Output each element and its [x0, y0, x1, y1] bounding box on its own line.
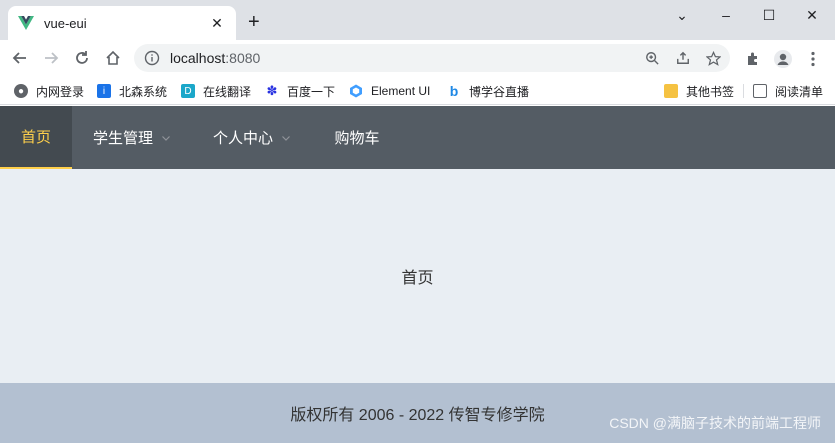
- bookmark-folder[interactable]: 其他书签: [664, 82, 734, 100]
- reading-list-button[interactable]: 阅读清单: [753, 82, 823, 100]
- bookmark-item[interactable]: b 博学谷直播: [447, 82, 529, 100]
- url-port: :8080: [225, 50, 261, 66]
- watermark: CSDN @满脑子技术的前端工程师: [609, 415, 821, 431]
- home-icon: [106, 50, 120, 65]
- close-window-button[interactable]: ✕: [790, 0, 834, 30]
- tab-close-icon[interactable]: ✕: [208, 15, 226, 32]
- translate-icon: D: [181, 84, 195, 98]
- bookmark-item[interactable]: ✽ 百度一下: [265, 82, 335, 100]
- bxg-icon: b: [449, 83, 459, 99]
- page-footer: 版权所有 2006 - 2022 传智专修学院 CSDN @满脑子技术的前端工程…: [0, 383, 835, 443]
- bookmark-item[interactable]: ● 内网登录: [14, 82, 84, 100]
- new-tab-button[interactable]: +: [248, 12, 260, 32]
- title-bar: vue-eui ✕ + ⌄ – ☐ ✕: [0, 0, 835, 40]
- nav-item-label: 首页: [20, 129, 51, 146]
- extensions-icon[interactable]: [744, 50, 762, 68]
- forward-button[interactable]: [41, 48, 61, 68]
- globe-icon: ●: [14, 84, 28, 98]
- zoom-icon[interactable]: [644, 50, 660, 66]
- bookmarks-divider: [743, 84, 744, 98]
- menu-kebab-icon[interactable]: [804, 50, 822, 68]
- nav-item-label: 购物车: [334, 130, 380, 147]
- home-button[interactable]: [103, 48, 123, 68]
- bookmark-label: 其他书签: [686, 84, 735, 99]
- bookmark-item[interactable]: D 在线翻译: [181, 82, 251, 100]
- address-bar[interactable]: localhost:8080: [134, 44, 730, 72]
- tab-search-icon[interactable]: ⌄: [660, 0, 704, 30]
- browser-tab[interactable]: vue-eui ✕: [8, 6, 236, 40]
- bookmark-item[interactable]: i 北森系统: [97, 82, 167, 100]
- nav-item-label: 学生管理: [92, 130, 153, 147]
- bookmark-label: Element UI: [371, 84, 431, 98]
- url-text[interactable]: localhost:8080: [170, 50, 260, 66]
- reading-list-icon: [753, 84, 767, 98]
- bookmark-label: 在线翻译: [203, 84, 252, 99]
- nav-item-personal-center[interactable]: 个人中心: [192, 106, 312, 169]
- bookmark-label: 内网登录: [36, 84, 85, 99]
- folder-icon: [664, 84, 678, 98]
- bookmarks-bar: ● 内网登录 i 北森系统 D 在线翻译 ✽ 百度一下 Element UI b…: [0, 76, 835, 105]
- vue-logo-icon: [18, 16, 34, 30]
- main-content: 首页: [0, 169, 835, 383]
- tab-title: vue-eui: [44, 15, 87, 31]
- bookmark-label: 博学谷直播: [469, 84, 530, 99]
- reload-icon: [76, 51, 88, 64]
- reload-button[interactable]: [72, 48, 92, 68]
- maximize-button[interactable]: ☐: [747, 0, 791, 30]
- bookmark-label: 北森系统: [119, 84, 168, 99]
- site-info-icon[interactable]: [144, 50, 160, 66]
- back-arrow-icon: [12, 52, 26, 64]
- copyright-text: 版权所有 2006 - 2022 传智专修学院: [290, 407, 545, 424]
- chevron-down-icon: [282, 135, 290, 141]
- bookmark-label: 百度一下: [287, 84, 336, 99]
- page-title: 首页: [401, 270, 434, 287]
- bookmark-item[interactable]: Element UI: [349, 82, 430, 100]
- app-nav-menu: 首页 学生管理 个人中心 购物车: [0, 106, 835, 169]
- bookmark-star-icon[interactable]: [705, 50, 721, 66]
- url-host: localhost: [170, 50, 226, 66]
- share-icon[interactable]: [675, 50, 691, 66]
- nav-item-home[interactable]: 首页: [0, 106, 72, 169]
- bookmark-label: 阅读清单: [775, 84, 824, 99]
- back-button[interactable]: [10, 48, 30, 68]
- info-icon: i: [97, 84, 111, 98]
- nav-item-student-management[interactable]: 学生管理: [72, 106, 192, 169]
- browser-toolbar: localhost:8080: [0, 40, 835, 76]
- profile-avatar-icon[interactable]: [774, 50, 792, 68]
- browser-window: vue-eui ✕ + ⌄ – ☐ ✕ localhost:8080 ● 内网登…: [0, 0, 835, 443]
- forward-arrow-icon: [45, 52, 59, 64]
- element-ui-icon: [349, 84, 363, 98]
- chevron-down-icon: [162, 135, 170, 141]
- nav-item-shopping-cart[interactable]: 购物车: [312, 106, 402, 169]
- baidu-paw-icon: ✽: [266, 83, 278, 98]
- minimize-button[interactable]: –: [704, 0, 748, 30]
- nav-item-label: 个人中心: [212, 130, 273, 147]
